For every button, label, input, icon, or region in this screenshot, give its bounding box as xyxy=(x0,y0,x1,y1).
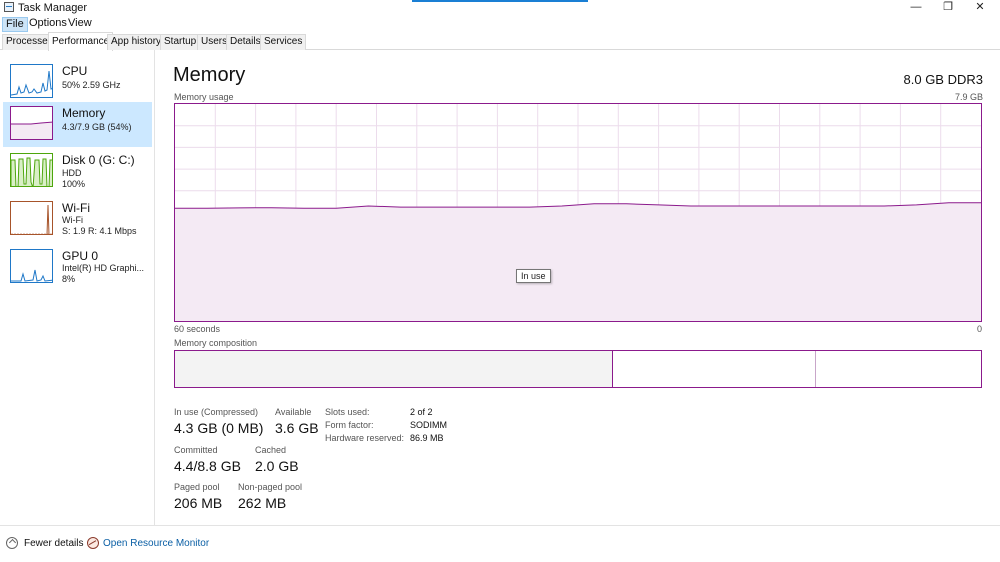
memory-usage-max: 7.9 GB xyxy=(954,92,983,102)
sidebar-wifi-line2: S: 1.9 R: 4.1 Mbps xyxy=(62,226,137,236)
sidebar-item-cpu[interactable]: CPU 50% 2.59 GHz xyxy=(3,60,152,105)
memory-thumbnail-graph xyxy=(10,106,53,140)
sidebar-gpu-name: GPU 0 xyxy=(62,249,99,263)
menu-file[interactable]: File xyxy=(2,17,28,32)
page-title: Memory xyxy=(173,64,246,86)
slots-used-value: 2 of 2 xyxy=(410,407,433,417)
hardware-reserved-value: 86.9 MB xyxy=(410,433,444,443)
time-axis-end: 0 xyxy=(976,324,982,334)
committed-label: Committed xyxy=(174,445,218,455)
memory-usage-graph xyxy=(174,103,982,322)
usage-area xyxy=(175,202,981,321)
window-title: Task Manager xyxy=(18,2,88,14)
menu-view[interactable]: View xyxy=(65,17,95,30)
sidebar-disk-name: Disk 0 (G: C:) xyxy=(62,153,135,167)
sidebar-item-disk[interactable]: Disk 0 (G: C:) HDD 100% xyxy=(3,149,152,194)
resource-sidebar: CPU 50% 2.59 GHz Memory 4.3/7.9 GB (54%)… xyxy=(0,50,155,525)
in-use-value: 4.3 GB (0 MB) xyxy=(174,420,264,436)
title-bar: Task Manager — ❐ ✕ xyxy=(0,0,1000,16)
menu-bar: File Options View xyxy=(0,16,1000,32)
non-paged-pool-label: Non-paged pool xyxy=(238,482,303,492)
menu-options[interactable]: Options xyxy=(26,17,70,30)
fewer-details-button[interactable]: Fewer details xyxy=(24,538,83,549)
tab-performance[interactable]: Performance xyxy=(48,32,114,51)
in-use-tooltip: In use xyxy=(516,269,551,283)
hardware-reserved-label: Hardware reserved: xyxy=(325,433,405,443)
tab-startup[interactable]: Startup xyxy=(160,34,201,50)
available-label: Available xyxy=(275,407,312,417)
sidebar-item-wifi[interactable]: Wi-Fi Wi-Fi S: 1.9 R: 4.1 Mbps xyxy=(3,197,152,242)
tab-details[interactable]: Details xyxy=(226,34,265,50)
cached-label: Cached xyxy=(255,445,287,455)
sidebar-memory-line1: 4.3/7.9 GB (54%) xyxy=(62,122,132,132)
non-paged-pool-value: 262 MB xyxy=(238,495,287,511)
wifi-thumbnail-graph xyxy=(10,201,53,235)
time-axis-start: 60 seconds xyxy=(174,324,221,334)
sidebar-wifi-name: Wi-Fi xyxy=(62,201,90,215)
form-factor-label: Form factor: xyxy=(325,420,374,430)
memory-usage-label: Memory usage xyxy=(174,92,234,102)
gpu-thumbnail-graph xyxy=(10,249,53,283)
sidebar-gpu-line2: 8% xyxy=(62,274,76,284)
sidebar-item-gpu[interactable]: GPU 0 Intel(R) HD Graphi... 8% xyxy=(3,245,152,290)
committed-value: 4.4/8.8 GB xyxy=(174,458,241,474)
title-accent-line xyxy=(412,0,588,2)
close-button[interactable]: ✕ xyxy=(966,0,994,16)
cpu-thumbnail-graph xyxy=(10,64,53,98)
memory-spec: 8.0 GB DDR3 xyxy=(903,72,983,87)
sidebar-memory-name: Memory xyxy=(62,106,106,120)
paged-pool-value: 206 MB xyxy=(174,495,223,511)
form-factor-value: SODIMM xyxy=(410,420,447,430)
sidebar-disk-line2: 100% xyxy=(62,179,86,189)
task-manager-icon xyxy=(4,2,14,12)
memory-composition-label: Memory composition xyxy=(174,338,258,348)
sidebar-cpu-name: CPU xyxy=(62,64,88,78)
sidebar-disk-line1: HDD xyxy=(62,168,82,178)
open-resource-monitor-link[interactable]: Open Resource Monitor xyxy=(103,538,209,549)
restore-button[interactable]: ❐ xyxy=(934,0,962,16)
sidebar-item-memory[interactable]: Memory 4.3/7.9 GB (54%) xyxy=(3,102,152,147)
paged-pool-label: Paged pool xyxy=(174,482,220,492)
tab-app-history[interactable]: App history xyxy=(107,34,166,50)
composition-divider xyxy=(815,351,816,387)
chevron-up-icon[interactable] xyxy=(6,537,18,549)
tab-services[interactable]: Services xyxy=(260,34,307,50)
tab-bar: Processes Performance App history Startu… xyxy=(0,32,1000,51)
footer-bar: Fewer details Open Resource Monitor xyxy=(0,525,1000,562)
available-value: 3.6 GB xyxy=(275,420,319,436)
resource-monitor-icon xyxy=(87,537,99,549)
in-use-label: In use (Compressed) xyxy=(174,407,259,417)
minimize-button[interactable]: — xyxy=(902,0,930,16)
sidebar-cpu-line1: 50% 2.59 GHz xyxy=(62,80,121,90)
memory-composition-bar xyxy=(174,350,982,388)
cached-value: 2.0 GB xyxy=(255,458,299,474)
sidebar-gpu-line1: Intel(R) HD Graphi... xyxy=(62,263,145,273)
slots-used-label: Slots used: xyxy=(325,407,370,417)
disk-thumbnail-graph xyxy=(10,153,53,187)
sidebar-wifi-line1: Wi-Fi xyxy=(62,215,83,225)
composition-in-use xyxy=(175,351,613,387)
